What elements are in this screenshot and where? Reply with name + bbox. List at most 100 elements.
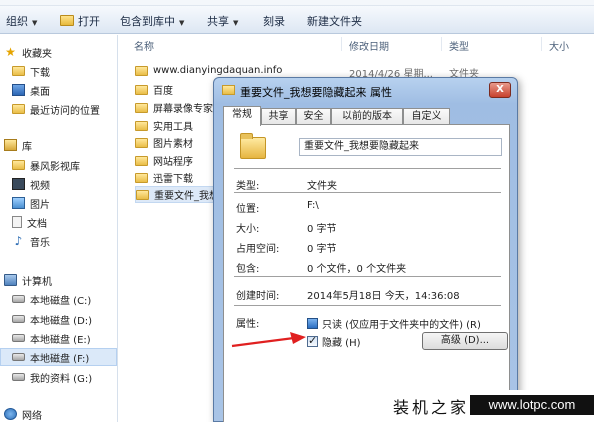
share-button[interactable]: 共享 ▼	[207, 13, 238, 29]
general-panel: 重要文件_我想要隐藏起来 类型: 文件夹 位置: F:\ 大小: 0 字节 占用…	[223, 124, 510, 422]
divider	[234, 276, 501, 277]
nav-drive-g[interactable]: 我的资料 (G:)	[12, 368, 129, 386]
nav-favorites[interactable]: ★ 收藏夹	[4, 43, 121, 61]
disk-size-label: 占用空间:	[236, 244, 280, 255]
new-folder-button[interactable]: 新建文件夹	[307, 13, 362, 29]
list-item[interactable]: 迅雷下载	[135, 169, 193, 186]
tab-security[interactable]: 安全	[296, 108, 331, 125]
downloads-folder-icon	[12, 66, 25, 76]
close-button[interactable]: X	[489, 82, 511, 98]
open-button[interactable]: 打开	[60, 13, 100, 29]
network-icon	[4, 408, 17, 420]
star-icon: ★	[5, 45, 16, 59]
readonly-checkbox[interactable]: 只读 (仅应用于文件夹中的文件) (R)	[307, 316, 481, 331]
list-item[interactable]: 百度	[135, 81, 173, 98]
video-icon	[12, 178, 25, 190]
divider	[234, 168, 501, 169]
size-label: 大小:	[236, 224, 260, 235]
column-divider[interactable]	[541, 37, 542, 51]
list-item-selected[interactable]: 重要文件_我想	[135, 186, 224, 203]
video-library-icon	[12, 160, 25, 170]
dropdown-arrow-icon: ▼	[32, 19, 38, 27]
organize-button[interactable]: 组织 ▼	[6, 13, 37, 29]
nav-network[interactable]: 网络	[4, 405, 121, 422]
library-icon	[4, 139, 17, 151]
folder-icon	[135, 102, 148, 113]
drive-icon	[12, 334, 25, 342]
watermark: 装机之家 www.lotpc.com	[375, 390, 594, 422]
watermark-url: www.lotpc.com	[470, 395, 594, 415]
music-icon: ♪	[14, 234, 23, 248]
nav-documents[interactable]: 文档	[12, 213, 129, 231]
nav-music[interactable]: ♪ 音乐	[12, 232, 129, 250]
nav-videos[interactable]: 视频	[12, 175, 129, 193]
nav-computer[interactable]: 计算机	[4, 271, 121, 289]
folder-icon	[136, 189, 149, 200]
command-bar: 组织 ▼ 打开 包含到库中 ▼ 共享 ▼ 刻录 新建文件夹	[0, 6, 594, 34]
navigation-pane: ★ 收藏夹 下载 桌面 最近访问的位置 库 暴风影视库 视频 图片 文档 ♪ 音乐 …	[0, 35, 118, 422]
list-item[interactable]: 屏幕录像专家	[135, 99, 213, 116]
nav-downloads[interactable]: 下载	[12, 62, 129, 80]
location-label: 位置:	[236, 204, 260, 215]
nav-pictures[interactable]: 图片	[12, 194, 129, 212]
folder-icon	[222, 85, 235, 95]
nav-drive-f[interactable]: 本地磁盘 (F:)	[0, 348, 117, 366]
list-item[interactable]: 图片素材	[135, 134, 193, 151]
created-value: 2014年5月18日 今天，14:36:08	[307, 291, 460, 302]
folder-icon	[135, 65, 148, 76]
nav-drive-c[interactable]: 本地磁盘 (C:)	[12, 290, 129, 308]
tab-general[interactable]: 常规	[223, 106, 261, 126]
dropdown-arrow-icon: ▼	[179, 19, 185, 27]
dropdown-arrow-icon: ▼	[233, 19, 239, 27]
nav-storm-library[interactable]: 暴风影视库	[12, 156, 129, 174]
tab-sharing[interactable]: 共享	[261, 108, 296, 125]
column-divider[interactable]	[441, 37, 442, 51]
red-arrow-icon	[231, 332, 306, 348]
folder-icon	[240, 133, 266, 159]
folder-icon	[135, 84, 148, 95]
divider	[234, 192, 501, 193]
burn-button[interactable]: 刻录	[263, 13, 285, 29]
dialog-title: 重要文件_我想要隐藏起来 属性	[240, 86, 392, 99]
disk-size-value: 0 字节	[307, 244, 337, 255]
column-divider[interactable]	[341, 37, 342, 51]
hidden-checkbox[interactable]: 隐藏 (H)	[307, 334, 361, 349]
include-library-button[interactable]: 包含到库中 ▼	[120, 13, 184, 29]
contains-value: 0 个文件，0 个文件夹	[307, 264, 407, 275]
list-item[interactable]: 实用工具	[135, 117, 193, 134]
pictures-icon	[12, 197, 25, 209]
type-label: 类型:	[236, 181, 260, 192]
drive-icon	[12, 373, 25, 381]
tab-customize[interactable]: 自定义	[403, 108, 450, 125]
recent-places-icon	[12, 104, 25, 114]
document-icon	[12, 216, 22, 228]
location-value: F:\	[307, 200, 319, 211]
column-header-modified[interactable]: 修改日期	[349, 38, 389, 53]
created-label: 创建时间:	[236, 291, 280, 302]
folder-icon	[135, 120, 148, 131]
nav-libraries[interactable]: 库	[4, 136, 121, 154]
nav-recent[interactable]: 最近访问的位置	[12, 100, 129, 118]
folder-icon	[135, 172, 148, 183]
folder-name-field[interactable]: 重要文件_我想要隐藏起来	[299, 138, 502, 156]
desktop-icon	[12, 84, 25, 96]
list-item[interactable]: 网站程序	[135, 152, 193, 169]
column-header-name[interactable]: 名称	[134, 38, 154, 53]
column-header-type[interactable]: 类型	[449, 38, 469, 53]
folder-icon	[135, 137, 148, 148]
nav-drive-d[interactable]: 本地磁盘 (D:)	[12, 310, 129, 328]
tab-previous-versions[interactable]: 以前的版本	[331, 108, 403, 125]
drive-icon	[12, 295, 25, 303]
divider	[234, 305, 501, 306]
size-value: 0 字节	[307, 224, 337, 235]
nav-desktop[interactable]: 桌面	[12, 81, 129, 99]
watermark-text: 装机之家	[393, 398, 470, 417]
type-value: 文件夹	[307, 181, 337, 192]
drive-icon	[12, 315, 25, 323]
folder-icon	[135, 155, 148, 166]
attributes-label: 属性:	[236, 319, 260, 330]
computer-icon	[4, 274, 17, 286]
nav-drive-e[interactable]: 本地磁盘 (E:)	[12, 329, 129, 347]
advanced-button[interactable]: 高级 (D)...	[422, 332, 508, 350]
column-header-size[interactable]: 大小	[549, 38, 569, 53]
